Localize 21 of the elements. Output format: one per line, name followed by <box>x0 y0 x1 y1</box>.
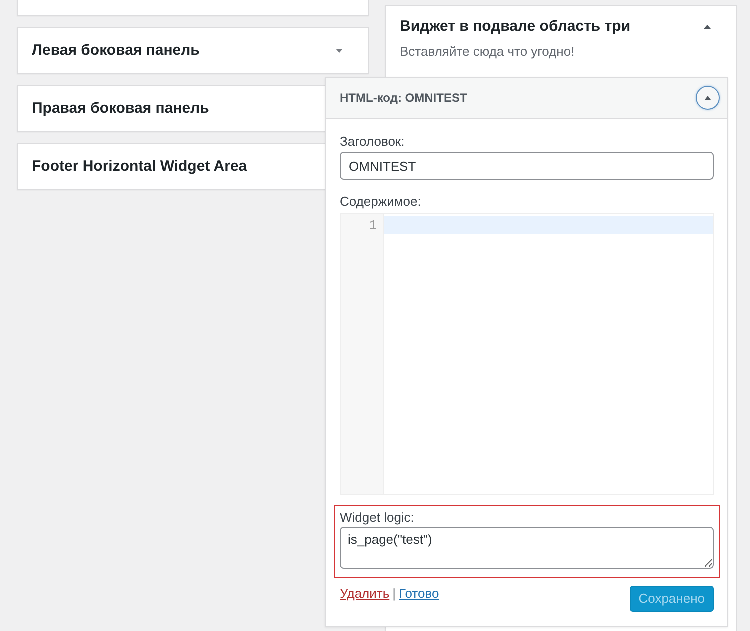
collapse-toggle-button[interactable] <box>696 86 720 110</box>
sidebar-panel[interactable]: Левая боковая панель <box>17 27 369 74</box>
sidebar-title: Виджет в подвале область три <box>400 17 631 37</box>
widget-title: HTML-код: OMNITEST <box>340 90 468 106</box>
field-label: Содержимое: <box>340 193 422 211</box>
sidebar-description: Вставляйте сюда что угодно! <box>400 43 576 61</box>
widget-logic-field[interactable]: is_page("test") <box>340 527 714 569</box>
sidebar-panel[interactable]: Правая боковая панель <box>17 85 326 132</box>
sidebar-title: Footer Horizontal Widget Area <box>32 156 248 176</box>
sidebar-title: Левая боковая панель <box>32 40 200 60</box>
link-separator: | <box>392 586 396 601</box>
sidebar-panel[interactable]: Footer Horizontal Widget Area <box>17 143 326 190</box>
field-label: Заголовок: <box>340 133 406 151</box>
field-label: Widget logic: <box>340 509 416 527</box>
caret-up-icon <box>705 96 711 100</box>
done-link[interactable]: Готово <box>399 586 440 601</box>
line-number: 1 <box>368 217 378 235</box>
caret-down-icon <box>336 48 343 52</box>
delete-link[interactable]: Удалить <box>340 586 390 601</box>
sidebar-title: Правая боковая панель <box>32 98 210 118</box>
title-input-field[interactable]: OMNITEST <box>340 152 714 180</box>
